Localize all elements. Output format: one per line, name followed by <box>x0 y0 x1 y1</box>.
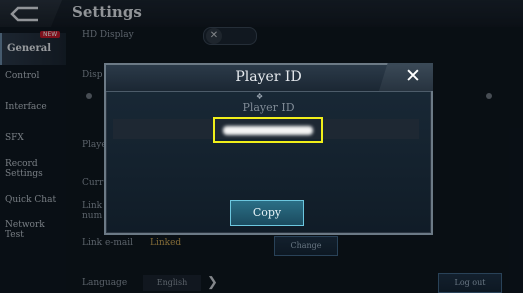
ornament-icon: ❖ <box>256 92 264 101</box>
dialog-close-button[interactable]: ✕ <box>379 63 433 91</box>
copy-button[interactable]: Copy <box>230 200 304 226</box>
player-id-value-redacted[interactable] <box>223 126 313 135</box>
player-id-dialog: Player ID ✕ ❖ Player ID Copy <box>104 63 433 235</box>
close-icon: ✕ <box>405 65 421 87</box>
player-id-label: Player ID <box>242 101 295 114</box>
player-id-highlight[interactable] <box>213 117 323 143</box>
